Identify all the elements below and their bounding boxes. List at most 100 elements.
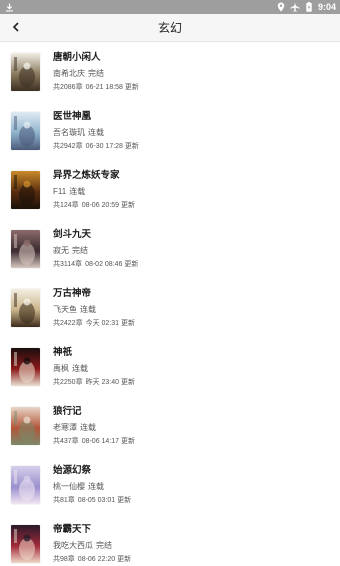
book-author: 南希北庆 (53, 68, 85, 78)
book-info: 医世神凰 吾名璇玑 连载 共2942章 06-30 17:28 更新 (53, 110, 139, 152)
book-update-info: 共3114章 08-02 08:46 更新 (53, 259, 138, 270)
book-list-item[interactable]: 始源幻祭 桃一仙樱 连载 共81章 08-05 03:01 更新 (0, 455, 340, 514)
book-updated-time: 06-30 17:28 更新 (85, 142, 139, 150)
book-cover-image (11, 111, 40, 150)
book-chapter-count: 共81章 (53, 496, 75, 504)
book-chapter-count: 共2250章 (53, 378, 83, 386)
book-info: 神祇禹枫 连载共2250章 昨天 23:40 更新 (53, 346, 135, 388)
book-updated-time: 08-06 22:20 更新 (77, 555, 132, 563)
book-info: 万古神帝飞天鱼 连载共2422章 今天 02:31 更新 (53, 287, 135, 329)
book-status: 连载 (80, 422, 96, 432)
book-meta: 寂无 完结 (53, 244, 138, 257)
book-author: 飞天鱼 (53, 304, 77, 314)
book-update-info: 共437章 08-06 14:17 更新 (53, 436, 135, 447)
book-title: 万古神帝 (53, 287, 92, 299)
book-meta: F11 连载 (53, 185, 135, 198)
book-author: 桃一仙樱 (53, 481, 85, 491)
book-info: 狼行记老寒潭 连载共437章 08-06 14:17 更新 (53, 405, 135, 447)
book-list-item[interactable]: 帝霸天下 我吃大西瓜 完结 共98章 08-06 22:20 更新 (0, 514, 340, 566)
book-author: F11 (53, 186, 67, 196)
book-list: 唐朝小闲人 南希北庆 完结 共2086章 06-21 18:58 更新 医世神凰 吾名璇玑连… (0, 42, 340, 566)
book-list-item[interactable]: 唐朝小闲人 南希北庆 完结 共2086章 06-21 18:58 更新 (0, 42, 340, 101)
book-status: 完结 (88, 68, 104, 78)
status-time: 9:04 (317, 2, 336, 12)
book-updated-time: 今天 02:31 更新 (85, 319, 135, 327)
book-chapter-count: 共2422章 (53, 319, 83, 327)
book-status: 完结 (72, 245, 88, 255)
book-cover-image (11, 524, 40, 563)
book-title: 异界之炼妖专家 (53, 169, 120, 181)
book-meta: 吾名璇玑 连载 (53, 126, 139, 139)
book-cover-image (11, 288, 40, 327)
book-cover-image (11, 465, 40, 504)
book-cover-image (11, 347, 40, 386)
book-author: 老寒潭 (53, 422, 77, 432)
book-list-item[interactable]: 神祇禹枫 连载共2250章 昨天 23:40 更新 (0, 337, 340, 396)
book-list-item[interactable]: 万古神帝飞天鱼 连载共2422章 今天 02:31 更新 (0, 278, 340, 337)
status-bar: 9:04 (0, 0, 340, 14)
book-cover-image (11, 52, 40, 91)
book-update-info: 共124章 08-06 20:59 更新 (53, 200, 135, 211)
book-info: 剑斗九天寂无 完结共3114章 08-02 08:46 更新 (53, 228, 138, 270)
book-cover-image (11, 406, 40, 445)
book-author: 我吃大西瓜 (53, 540, 93, 550)
book-cover-image (11, 170, 40, 209)
book-update-info: 共2086章 06-21 18:58 更新 (53, 82, 139, 93)
book-list-item[interactable]: 剑斗九天寂无 完结共3114章 08-02 08:46 更新 (0, 219, 340, 278)
book-update-info: 共2422章 今天 02:31 更新 (53, 318, 135, 329)
book-info: 唐朝小闲人 南希北庆 完结 共2086章 06-21 18:58 更新 (53, 51, 139, 93)
book-title: 狼行记 (53, 405, 82, 417)
book-meta: 我吃大西瓜 完结 (53, 539, 131, 552)
book-update-info: 共2942章 06-30 17:28 更新 (53, 141, 139, 152)
book-info: 异界之炼妖专家 F11 连载共124章 08-06 20:59 更新 (53, 169, 135, 211)
book-chapter-count: 共3114章 (53, 260, 83, 268)
app-bar: 玄幻 (0, 14, 340, 42)
book-info: 帝霸天下 我吃大西瓜 完结 共98章 08-06 22:20 更新 (53, 523, 131, 565)
book-title: 帝霸天下 (53, 523, 92, 535)
location-icon (276, 2, 286, 12)
book-chapter-count: 共2942章 (53, 142, 83, 150)
book-updated-time: 08-05 03:01 更新 (77, 496, 132, 504)
book-author: 吾名璇玑 (53, 127, 85, 137)
book-status: 连载 (80, 304, 96, 314)
airplane-mode-icon (290, 2, 300, 12)
battery-icon (304, 2, 314, 12)
book-status: 连载 (88, 127, 104, 137)
book-list-item[interactable]: 狼行记老寒潭 连载共437章 08-06 14:17 更新 (0, 396, 340, 455)
book-list-item[interactable]: 异界之炼妖专家 F11 连载共124章 08-06 20:59 更新 (0, 160, 340, 219)
book-updated-time: 08-06 20:59 更新 (81, 201, 135, 209)
book-status: 连载 (88, 481, 104, 491)
page-title: 玄幻 (157, 21, 182, 35)
book-update-info: 共98章 08-06 22:20 更新 (53, 554, 131, 565)
book-meta: 禹枫 连载 (53, 362, 135, 375)
book-author: 寂无 (53, 245, 69, 255)
book-chapter-count: 共98章 (53, 555, 75, 563)
book-meta: 飞天鱼 连载 (53, 303, 135, 316)
book-title: 剑斗九天 (53, 228, 92, 240)
book-updated-time: 06-21 18:58 更新 (85, 83, 139, 91)
book-cover-image (11, 229, 40, 268)
book-status: 连载 (72, 363, 88, 373)
book-chapter-count: 共2086章 (53, 83, 83, 91)
book-chapter-count: 共124章 (53, 201, 79, 209)
book-title: 始源幻祭 (53, 464, 92, 476)
book-status: 完结 (96, 540, 112, 550)
back-button[interactable] (6, 18, 26, 38)
book-updated-time: 08-06 14:17 更新 (81, 437, 135, 445)
book-title: 神祇 (53, 346, 73, 358)
book-author: 禹枫 (53, 363, 69, 373)
book-update-info: 共2250章 昨天 23:40 更新 (53, 377, 135, 388)
book-meta: 桃一仙樱 连载 (53, 480, 131, 493)
book-meta: 南希北庆 完结 (53, 67, 139, 80)
download-icon (4, 2, 14, 12)
book-updated-time: 昨天 23:40 更新 (85, 378, 135, 386)
book-status: 连载 (69, 186, 86, 196)
book-update-info: 共81章 08-05 03:01 更新 (53, 495, 131, 506)
book-info: 始源幻祭 桃一仙樱 连载 共81章 08-05 03:01 更新 (53, 464, 131, 506)
book-meta: 老寒潭 连载 (53, 421, 135, 434)
book-title: 医世神凰 (53, 110, 92, 122)
book-list-item[interactable]: 医世神凰 吾名璇玑 连载 共2942章 06-30 17:28 更新 (0, 101, 340, 160)
back-arrow-icon (11, 19, 21, 37)
book-title: 唐朝小闲人 (53, 51, 101, 63)
book-updated-time: 08-02 08:46 更新 (85, 260, 139, 268)
